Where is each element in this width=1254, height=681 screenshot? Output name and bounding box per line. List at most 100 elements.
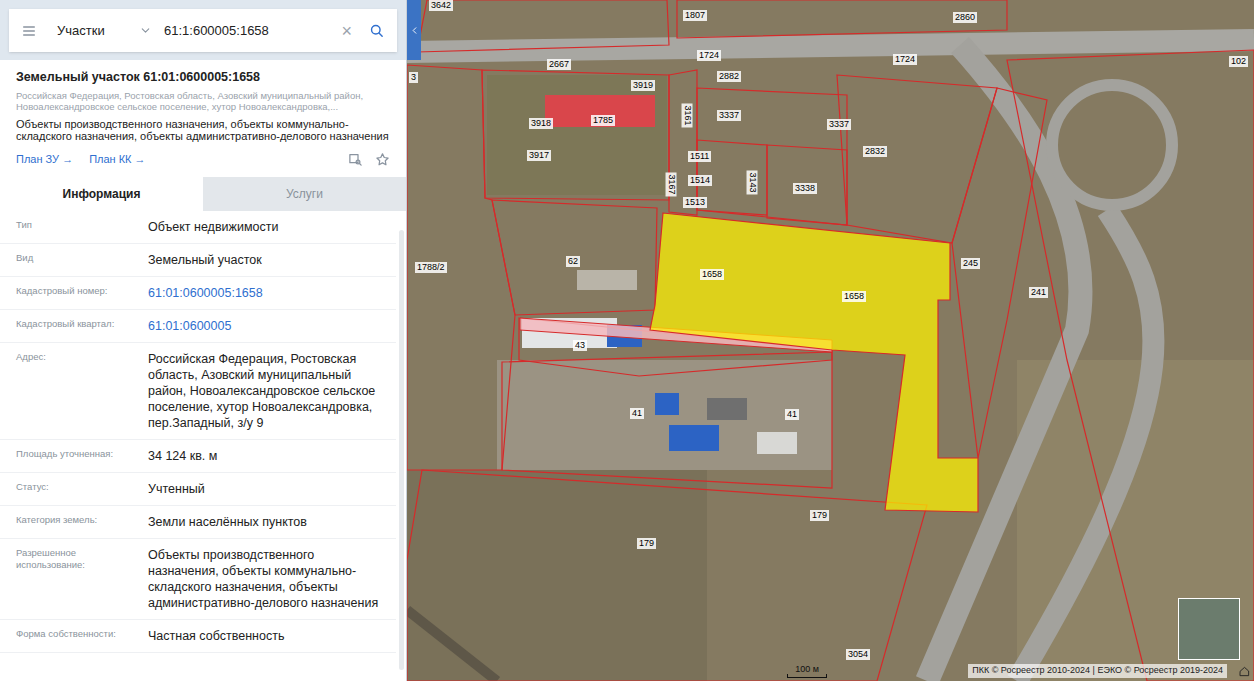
field-row: Площадь уточненная:34 124 кв. м [0,440,396,473]
parcel-label[interactable]: 2882 [717,71,741,82]
parcel-label[interactable]: 62 [566,256,580,267]
layer-dropdown[interactable]: Участки [57,21,152,41]
tab[interactable]: Услуги [203,177,406,211]
plan-link[interactable]: План ЗУ → [16,151,73,168]
parcel-boundary[interactable] [767,145,847,225]
field-list: ТипОбъект недвижимостиВидЗемельный участ… [0,211,406,681]
parcel-boundary[interactable] [407,65,515,470]
field-row: Кадастровый номер:61:01:0600005:1658 [0,277,396,310]
parcel-label[interactable]: 41 [785,409,799,420]
parcel-label[interactable]: 241 [1029,287,1048,298]
parcel-boundary[interactable] [1007,50,1254,681]
parcel-boundary[interactable] [407,470,927,681]
parcel-boundary[interactable] [952,88,1047,458]
field-row: Адрес:Российская Федерация, Ростовская о… [0,343,396,440]
field-value: Российская Федерация, Ростовская область… [148,351,380,431]
tab[interactable]: Информация [0,177,203,211]
search-bar: Участки 61:1:600005:1658 × [9,9,397,52]
field-value: Частная собственность [148,628,380,644]
menu-icon [21,23,37,39]
field-value[interactable]: 61:01:0600005 [148,318,380,334]
parcel-label[interactable]: 1724 [893,54,917,65]
clear-button[interactable]: × [341,22,352,40]
parcel-label[interactable]: 1511 [688,151,711,162]
parcel-boundary[interactable] [697,88,847,225]
parcel-boundary[interactable] [837,75,997,243]
field-value: Земли населённых пунктов [148,514,380,530]
search-icon [368,22,385,39]
field-row: ВидЗемельный участок [0,244,396,277]
parcel-label[interactable]: 2667 [547,59,571,70]
field-row: Кадастровый квартал:61:01:0600005 [0,310,396,343]
chevron-left-icon [409,25,420,36]
parcel-label[interactable]: 1658 [842,291,866,302]
parcel-boundary[interactable] [502,352,832,488]
scale-bar: 100 м [787,665,827,678]
parcel-label[interactable]: 3338 [793,183,817,194]
plan-link[interactable]: План КК → [89,151,145,168]
parcel-label[interactable]: 1785 [591,115,615,126]
tabs: ИнформацияУслуги [0,177,406,211]
parcel-label[interactable]: 41 [630,408,644,419]
parcel-label[interactable]: 43 [573,340,587,351]
parcel-label[interactable]: 3054 [846,649,870,660]
parcel-label[interactable]: 1658 [700,269,724,280]
field-label: Форма собственности: [16,628,148,644]
parcel-label[interactable]: 3143 [747,170,758,194]
parcel-label[interactable]: 1513 [683,197,707,208]
parcel-label[interactable]: 1807 [683,10,707,21]
parcel-label[interactable]: 1514 [688,175,712,186]
parcel-label[interactable]: 3 [409,72,418,83]
field-value: 34 124 кв. м [148,448,380,464]
parcel-label[interactable]: 3919 [631,80,655,91]
parcel-address: Российская Федерация, Ростовская область… [16,90,390,112]
field-label: Тип [16,219,148,235]
field-value: Объекты производственного назначения, об… [148,547,380,611]
satellite-map [407,0,1254,681]
app: Участки 61:1:600005:1658 × Земельный участо… [0,0,1254,681]
parcel-label[interactable]: 3167 [666,172,677,196]
parcel-purpose: Объекты производственного назначения, об… [16,118,390,142]
field-row: ТипОбъект недвижимости [0,211,396,244]
parcel-label[interactable]: 1724 [697,50,721,61]
field-label: Кадастровый квартал: [16,318,148,334]
parcel-header: Земельный участок 61:01:0600005:1658 Росс… [0,60,406,173]
field-row: Разрешенное использование:Объекты произв… [0,539,396,620]
field-row: Статус:Учтенный [0,473,396,506]
field-label: Вид [16,252,148,268]
field-value: Объект недвижимости [148,219,380,235]
parcel-label[interactable]: 102 [1229,56,1248,67]
star-icon [375,152,390,167]
parcel-label[interactable]: 3161 [682,103,693,127]
parcel-label[interactable]: 245 [961,258,980,269]
minimap[interactable] [1178,598,1240,660]
parcel-title: Земельный участок 61:01:0600005:1658 [16,68,390,87]
selected-parcel[interactable] [650,213,978,512]
field-label: Площадь уточненная: [16,448,148,464]
field-label: Статус: [16,481,148,497]
parcel-boundary[interactable] [417,0,669,52]
parcel-label[interactable]: 2860 [953,12,977,23]
parcel-label[interactable]: 3917 [527,150,551,161]
field-row: Категория земель:Земли населённых пункто… [0,506,396,539]
parcel-label[interactable]: 1788/2 [415,262,447,273]
field-row: Форма собственности:Частная собственност… [0,620,396,653]
field-value[interactable]: 61:01:0600005:1658 [148,285,380,301]
parcel-boundary[interactable] [677,0,1007,38]
parcel-label[interactable]: 2832 [863,146,887,157]
parcel-label[interactable]: 179 [810,510,829,521]
parcel-boundary[interactable] [492,200,657,315]
scrollbar[interactable] [399,230,404,670]
collapse-button[interactable] [407,0,421,60]
parcel-label[interactable]: 179 [637,538,656,549]
parcel-label[interactable]: 3337 [717,110,741,121]
map-search-icon [348,152,363,167]
parcel-boundary[interactable] [482,70,669,200]
parcel-label[interactable]: 3337 [827,119,851,130]
map[interactable]: 3642 1807 2860 2667 3919 3918 1785 3161 1724 1724… [407,0,1254,681]
parcel-label[interactable]: 3642 [429,0,453,11]
map-footer: 100 мПКК © Росреестр 2010-2024 | ЕЭКО © … [787,661,1254,681]
parcel-label[interactable]: 3918 [529,118,553,129]
info-panel: Участки 61:1:600005:1658 × Земельный участо… [0,0,407,681]
search-input[interactable]: 61:1:600005:1658 [164,21,333,41]
